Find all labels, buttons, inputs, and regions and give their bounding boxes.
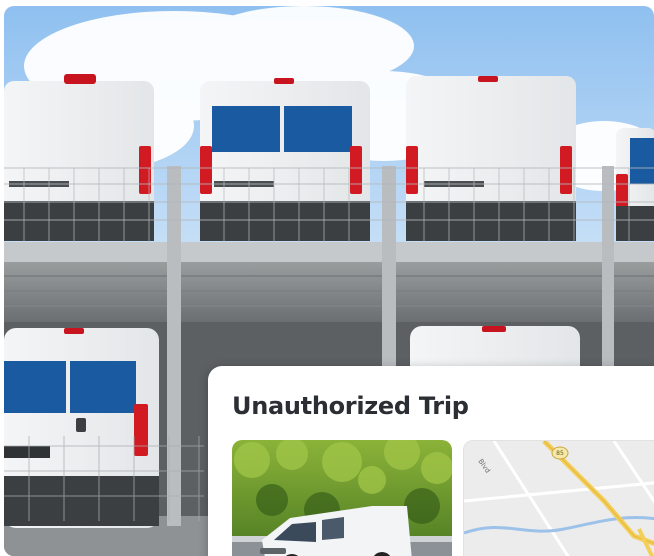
- unauthorized-trip-card[interactable]: Unauthorized Trip 85 Blvd: [208, 366, 654, 556]
- trip-map-thumbnail[interactable]: 85 Blvd: [463, 440, 654, 556]
- van-top-3: [406, 76, 576, 241]
- van-top-1: [4, 74, 154, 241]
- shield-label: 85: [556, 450, 564, 457]
- highway-shield-icon: 85: [551, 446, 569, 460]
- van-photo-thumbnail[interactable]: [232, 440, 452, 556]
- van-bottom-1: [4, 328, 159, 528]
- route-map: 85 Blvd: [464, 441, 654, 556]
- card-title: Unauthorized Trip: [232, 392, 469, 420]
- moving-van-photo: [232, 440, 452, 556]
- page: Unauthorized Trip 85 Blvd: [0, 0, 654, 556]
- van-top-2: [200, 78, 370, 241]
